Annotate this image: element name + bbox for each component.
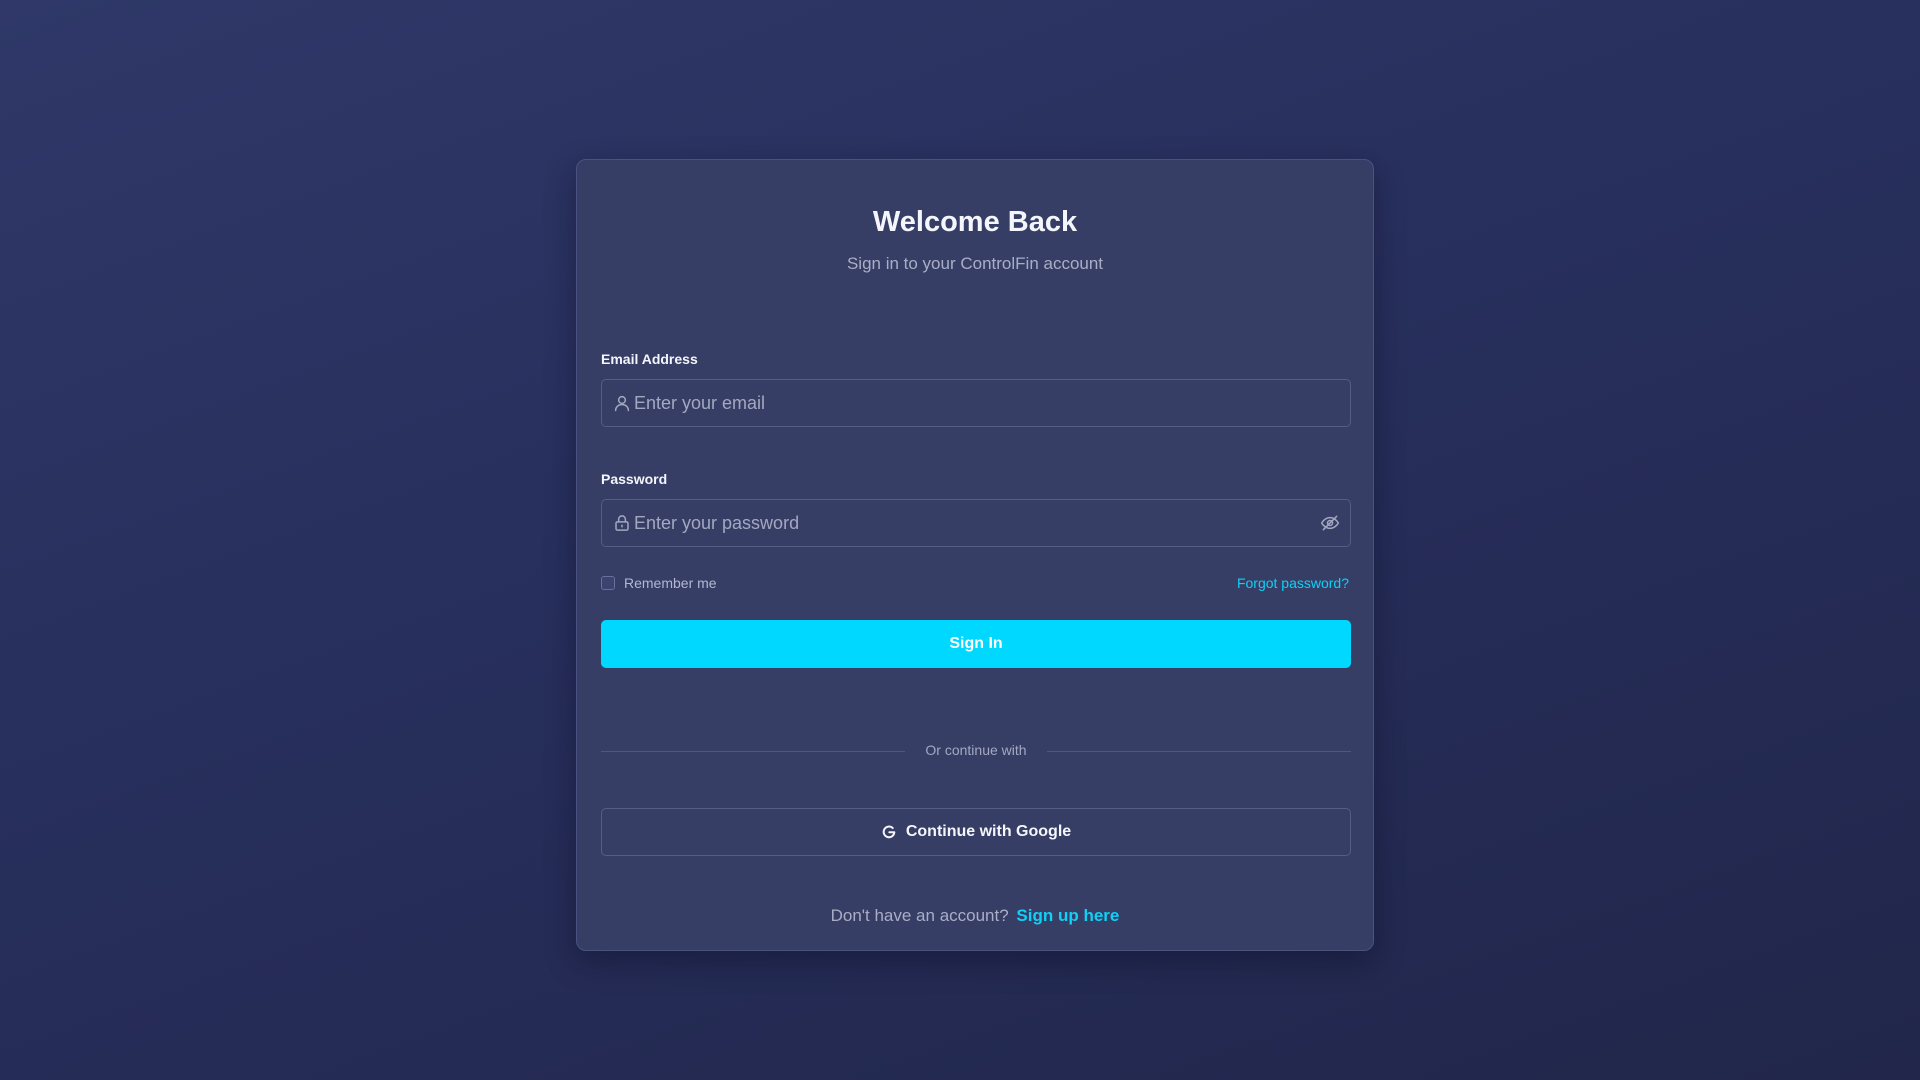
divider-text: Or continue with xyxy=(925,742,1027,758)
divider-line-right xyxy=(1047,751,1351,752)
lock-icon xyxy=(615,515,629,531)
page-title: Welcome Back xyxy=(872,206,1078,238)
divider: Or continue with xyxy=(601,741,1351,761)
sign-in-button[interactable]: Sign In xyxy=(601,620,1351,668)
forgot-password-link[interactable]: Forgot password? xyxy=(1237,575,1349,591)
remember-me-checkbox[interactable]: Remember me xyxy=(601,575,717,591)
login-card: Welcome Back Sign in to your ControlFin … xyxy=(576,159,1374,951)
checkbox-box[interactable] xyxy=(601,576,615,590)
email-field-container xyxy=(601,379,1351,427)
google-icon xyxy=(882,825,896,839)
page-subtitle: Sign in to your ControlFin account xyxy=(846,254,1104,273)
password-input[interactable] xyxy=(634,500,1314,546)
password-field-container xyxy=(601,499,1351,547)
signup-prompt-text: Don't have an account? xyxy=(830,906,1009,925)
continue-with-google-button[interactable]: Continue with Google xyxy=(601,808,1351,856)
password-label: Password xyxy=(601,471,668,487)
user-icon xyxy=(614,395,630,412)
eye-off-icon[interactable] xyxy=(1320,513,1340,533)
signup-prompt-row: Don't have an account? Sign up here xyxy=(577,906,1373,926)
sign-up-link[interactable]: Sign up here xyxy=(1016,906,1119,925)
continue-with-google-label: Continue with Google xyxy=(905,823,1072,840)
email-input[interactable] xyxy=(634,380,1314,426)
email-label: Email Address xyxy=(601,351,698,367)
remember-me-label: Remember me xyxy=(624,575,717,591)
